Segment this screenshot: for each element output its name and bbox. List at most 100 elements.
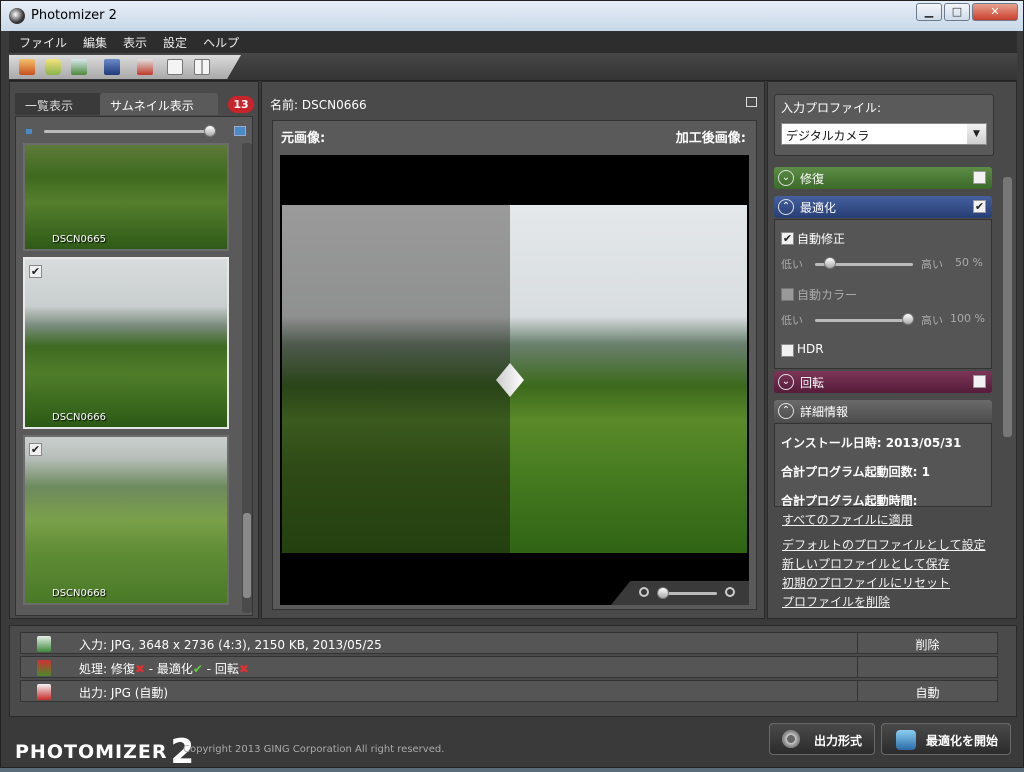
- thumbnail-panel: 一覧表示 サムネイル表示 13 DSCN0665 ✔ DSCN0666 ✔ DS…: [9, 81, 259, 619]
- start-optimize-button[interactable]: 最適化を開始: [881, 723, 1011, 755]
- remove-icon[interactable]: [137, 59, 153, 75]
- auto-color-checkbox[interactable]: [781, 288, 794, 301]
- thumbnail-item[interactable]: DSCN0665: [23, 143, 229, 251]
- section-rotate[interactable]: ⌄ 回転: [774, 371, 992, 393]
- chevron-down-icon[interactable]: ▼: [967, 124, 986, 144]
- auto-correct-high-label: 高い: [921, 258, 943, 271]
- preview-area: 元画像: 加工後画像:: [272, 120, 757, 610]
- optimize-checkbox[interactable]: ✔: [973, 200, 986, 213]
- single-view-icon[interactable]: [167, 59, 183, 75]
- thumbnail-item[interactable]: ✔ DSCN0668: [23, 435, 229, 605]
- save-new-profile-link[interactable]: 新しいプロファイルとして保存: [782, 555, 950, 572]
- process-info-row: 処理: 修復✖ - 最適化✔ - 回転✖: [20, 656, 998, 678]
- thumbnail-item-selected[interactable]: ✔ DSCN0666: [23, 257, 229, 429]
- optimize-options: ✔ 自動修正 低い 高い 50 % 自動カラー 低い 高い 100 % HDR: [774, 219, 992, 369]
- chevron-down-icon[interactable]: ⌄: [778, 374, 794, 390]
- open-external-icon[interactable]: [746, 97, 757, 107]
- menu-edit[interactable]: 編集: [73, 31, 113, 51]
- profile-box: 入力プロファイル: デジタルカメラ ▼: [774, 94, 994, 156]
- save-icon[interactable]: [104, 59, 120, 75]
- set-default-link[interactable]: デフォルトのプロファイルとして設定: [782, 536, 986, 553]
- zoom-control: [611, 581, 749, 605]
- output-auto-button[interactable]: 自動: [857, 681, 997, 701]
- tab-thumbnail-view[interactable]: サムネイル表示: [100, 93, 218, 115]
- chevron-up-icon[interactable]: ⌃: [778, 403, 794, 419]
- toolbar: [9, 53, 1017, 81]
- details-box: インストール日時: 2013/05/31 合計プログラム起動回数: 1 合計プロ…: [774, 423, 992, 507]
- output-format-button[interactable]: 出力形式: [769, 723, 875, 755]
- zoom-in-icon[interactable]: [725, 587, 735, 597]
- section-optimize-label: 最適化: [800, 201, 837, 215]
- open-image-icon[interactable]: [19, 59, 35, 75]
- large-size-icon: [234, 126, 246, 136]
- section-repair[interactable]: ⌄ 修復: [774, 167, 992, 189]
- profile-select[interactable]: デジタルカメラ: [781, 123, 987, 145]
- process-icon: [37, 660, 51, 676]
- menu-file[interactable]: ファイル: [9, 31, 73, 51]
- process-optimize-text: - 最適化: [144, 662, 193, 676]
- install-date: インストール日時: 2013/05/31: [781, 436, 962, 450]
- hdr-label: HDR: [797, 342, 824, 356]
- thumbnail-name: DSCN0668: [52, 588, 106, 599]
- auto-color-slider[interactable]: [815, 319, 913, 322]
- delete-button[interactable]: 削除: [857, 633, 997, 653]
- profile-label: 入力プロファイル:: [781, 101, 882, 115]
- menu-settings[interactable]: 設定: [153, 31, 193, 51]
- rotate-checkbox[interactable]: [973, 375, 986, 388]
- process-rotate-text: - 回転: [202, 662, 239, 676]
- delete-profile-link[interactable]: プロファイルを削除: [782, 593, 890, 610]
- thumbnail-checkbox[interactable]: ✔: [29, 265, 42, 278]
- thumbnail-size-slider[interactable]: [44, 130, 212, 133]
- section-details[interactable]: ⌃ 詳細情報: [774, 400, 992, 422]
- scrollbar-thumb[interactable]: [243, 513, 251, 598]
- apply-all-link[interactable]: すべてのファイルに適用: [782, 511, 913, 528]
- image-canvas: [280, 155, 749, 605]
- thumbnail-name: DSCN0665: [52, 234, 106, 245]
- thumbnail-name: DSCN0666: [52, 412, 106, 423]
- thumbnail-image: [25, 259, 227, 427]
- maximize-button[interactable]: □: [944, 3, 970, 21]
- start-optimize-label: 最適化を開始: [926, 734, 999, 748]
- zoom-knob[interactable]: [657, 587, 669, 599]
- auto-color-low-label: 低い: [781, 314, 803, 327]
- auto-correct-low-label: 低い: [781, 258, 803, 271]
- output-info-row: 出力: JPG (自動) 自動: [20, 680, 998, 702]
- title-bar: Photomizer 2 ▁ □ ✕: [1, 1, 1023, 31]
- menu-help[interactable]: ヘルプ: [193, 31, 245, 51]
- process-empty-cell: [857, 657, 997, 677]
- menu-view[interactable]: 表示: [113, 31, 153, 51]
- thumbnail-size-knob[interactable]: [204, 125, 216, 137]
- open-folder-icon[interactable]: [45, 59, 61, 75]
- thumbnail-scrollbar[interactable]: [242, 143, 252, 613]
- auto-color-knob[interactable]: [902, 313, 915, 325]
- chevron-down-icon[interactable]: ⌄: [778, 170, 794, 186]
- output-format-label: 出力形式: [814, 734, 863, 748]
- zoom-out-icon[interactable]: [639, 587, 649, 597]
- minimize-button[interactable]: ▁: [916, 3, 942, 21]
- auto-correct-knob[interactable]: [823, 257, 836, 269]
- auto-correct-checkbox[interactable]: ✔: [781, 232, 794, 245]
- x-icon: ✖: [134, 662, 145, 676]
- check-icon: ✔: [192, 662, 203, 676]
- launch-time: 合計プログラム起動時間:: [781, 494, 918, 507]
- tab-list-view[interactable]: 一覧表示: [15, 93, 100, 115]
- chevron-up-icon[interactable]: ⌃: [778, 199, 794, 215]
- refresh-icon[interactable]: [71, 59, 87, 75]
- section-optimize[interactable]: ⌃ 最適化 ✔: [774, 196, 992, 218]
- close-button[interactable]: ✕: [972, 3, 1018, 21]
- repair-checkbox[interactable]: [973, 171, 986, 184]
- auto-correct-value: 50 %: [955, 256, 983, 269]
- settings-scrollbar[interactable]: [1003, 177, 1012, 437]
- copyright-text: Copyright 2013 GING Corporation All righ…: [183, 744, 445, 755]
- window-title: Photomizer 2: [31, 8, 117, 23]
- thumbnail-checkbox[interactable]: ✔: [29, 443, 42, 456]
- original-label: 元画像:: [281, 131, 326, 146]
- reset-profile-link[interactable]: 初期のプロファイルにリセット: [782, 574, 950, 591]
- app-logo-icon: [9, 8, 25, 24]
- optimize-start-icon: [896, 730, 916, 750]
- thumbnail-list: DSCN0665 ✔ DSCN0666 ✔ DSCN0668: [15, 116, 253, 616]
- process-repair-text: 処理: 修復: [79, 662, 135, 676]
- split-view-icon[interactable]: [194, 59, 210, 75]
- hdr-checkbox[interactable]: [781, 344, 794, 357]
- x-icon: ✖: [238, 662, 249, 676]
